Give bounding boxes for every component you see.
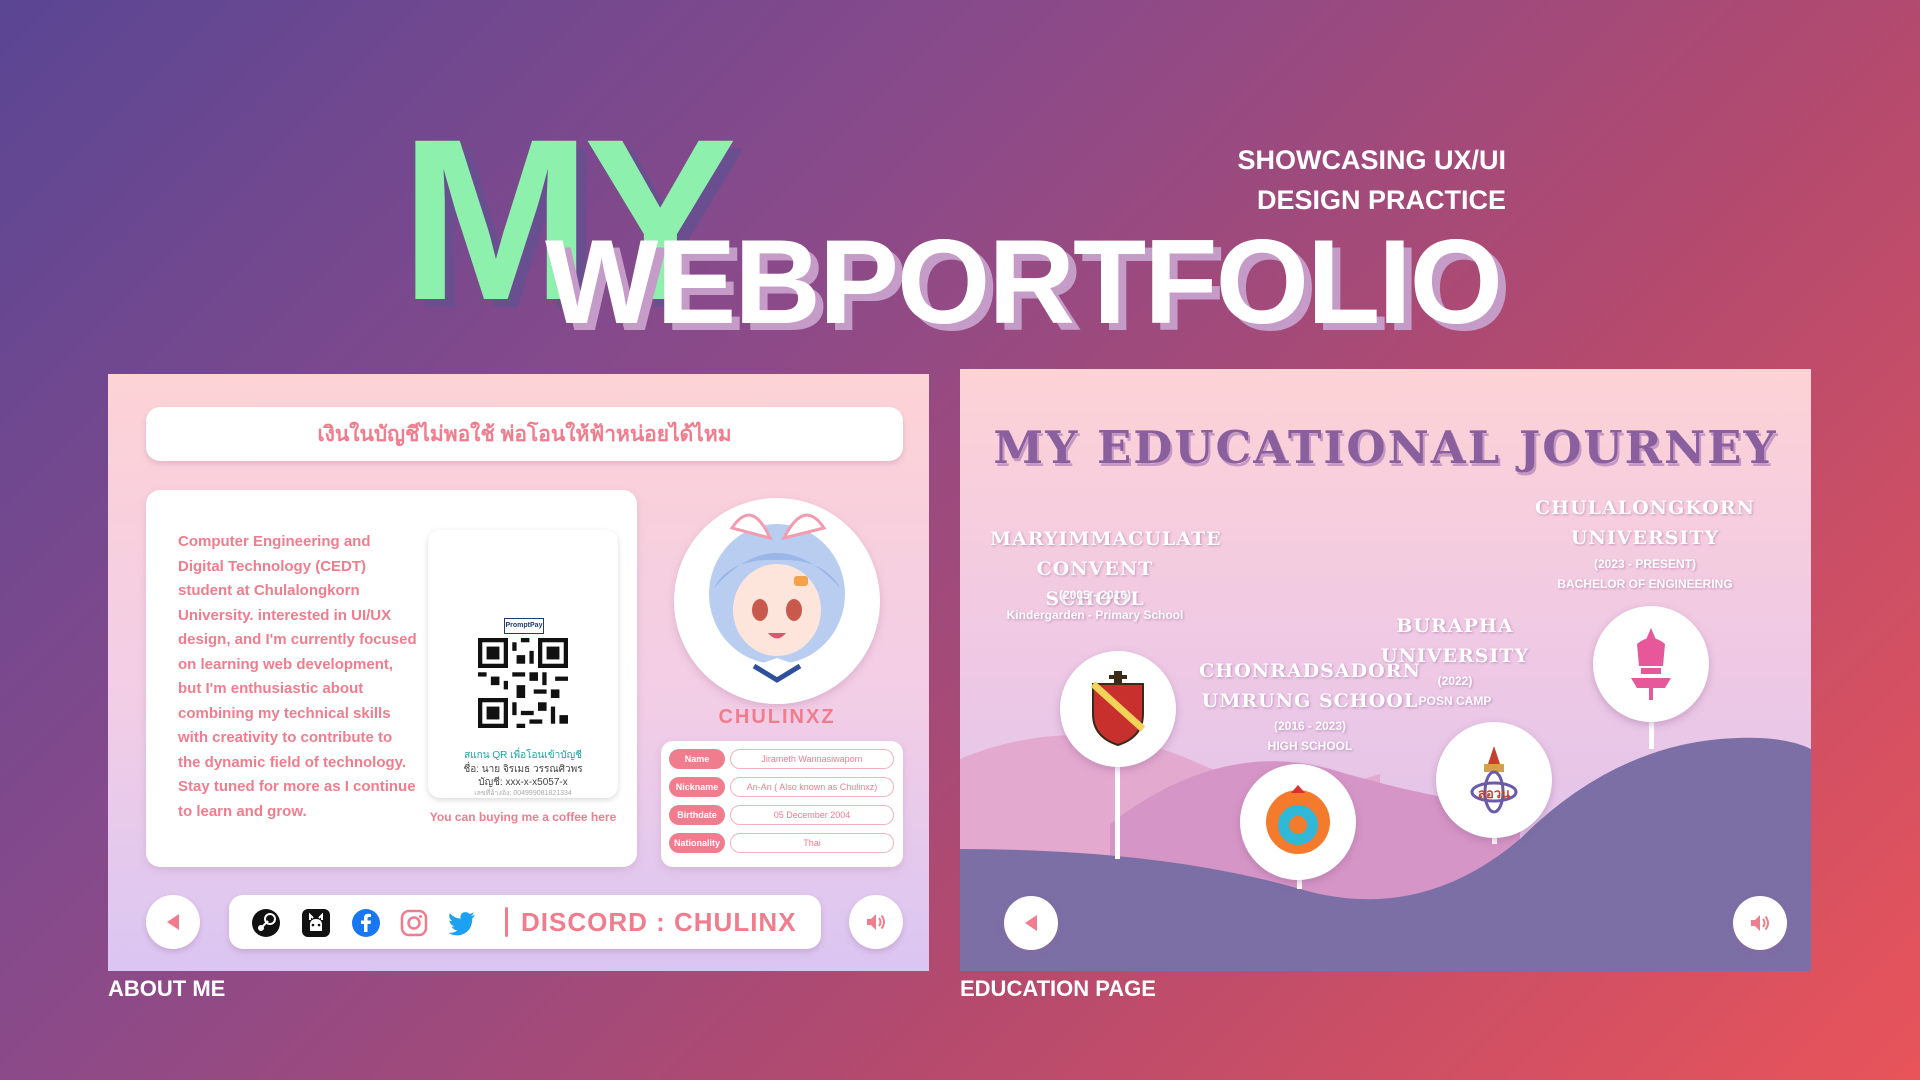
school-name-chulalongkorn: CHULALONGKORN UNIVERSITY <box>1515 493 1775 553</box>
school-logo-chulalongkorn[interactable] <box>1593 606 1709 722</box>
crest-icon <box>1090 671 1146 747</box>
back-arrow-icon <box>1025 915 1037 931</box>
promptpay-logo: PromptPay <box>504 618 544 634</box>
school-name-line1: BURAPHA <box>1396 615 1514 637</box>
posn-emblem-icon: สอวน <box>1470 746 1518 814</box>
svg-text:สอวน: สอวน <box>1478 787 1510 802</box>
avatar <box>674 498 880 704</box>
school-details-maryimmaculate: (2005 - 2016) Kindergarden - Primary Sch… <box>990 585 1200 625</box>
back-button[interactable] <box>146 895 200 949</box>
nickname-title: CHULINXZ <box>718 706 836 728</box>
hero-webportfolio-text: WEBPORTFOLIO <box>545 215 1503 349</box>
education-screenshot: MY EDUCATIONAL JOURNEY MARYIMMACULATE CO… <box>960 369 1811 971</box>
steam-icon[interactable] <box>251 908 281 938</box>
social-separator <box>505 907 508 937</box>
info-value: 05 December 2004 <box>730 805 894 825</box>
qr-instruction: สแกน QR เพื่อโอนเข้าบัญชี <box>464 750 582 761</box>
school-logo-maryimmaculate[interactable] <box>1060 651 1176 767</box>
school-years: (2016 - 2023) <box>1273 719 1347 733</box>
info-label: Nickname <box>669 777 725 797</box>
school-level: HIGH SCHOOL <box>1267 739 1353 753</box>
info-value: Jirameth Wannasiwaporn <box>730 749 894 769</box>
school-level: BACHELOR OF ENGINEERING <box>1557 577 1733 591</box>
school-details-chonradsadorn: (2016 - 2023) HIGH SCHOOL <box>1185 716 1435 756</box>
tagline-line2: DESIGN PRACTICE <box>1256 185 1506 215</box>
school-level: POSN CAMP <box>1418 694 1492 708</box>
info-row-name: Name Jirameth Wannasiwaporn <box>669 749 894 769</box>
twitter-icon[interactable] <box>447 908 477 938</box>
facebook-icon[interactable] <box>351 908 381 938</box>
speaker-icon <box>1751 915 1769 931</box>
back-button[interactable] <box>1004 896 1058 950</box>
discord-handle[interactable]: DISCORD : CHULINX <box>521 895 797 949</box>
school-name-line1: MARYIMMACULATE <box>990 528 1222 550</box>
school-name-burapha: BURAPHA UNIVERSITY <box>1360 611 1550 671</box>
coffee-text: You can buying me a coffee here <box>429 810 617 824</box>
qr-reference: เลขที่อ้างอิง: 004999081821334 <box>474 790 572 797</box>
about-banner: เงินในบัญชีไม่พอใช้ พ่อโอนให้ฟ้าหน่อยได้… <box>146 407 903 461</box>
about-me-screenshot: เงินในบัญชีไม่พอใช้ พ่อโอนให้ฟ้าหน่อยได้… <box>108 374 929 971</box>
github-icon[interactable] <box>301 908 331 938</box>
about-card: Computer Engineering and Digital Technol… <box>146 490 637 867</box>
school-years: (2022) <box>1437 674 1473 688</box>
school-name-line1: CHULALONGKORN <box>1535 497 1755 519</box>
qr-code-icon[interactable] <box>478 638 568 728</box>
caption-education: EDUCATION PAGE <box>960 976 1156 1001</box>
school-logo-burapha[interactable]: สอวน <box>1436 722 1552 838</box>
info-value: Thai <box>730 833 894 853</box>
qr-card: PromptPay สแกน QR เพื่อโอนเข้าบัญชี ชื่อ… <box>428 530 618 798</box>
education-title: MY EDUCATIONAL JOURNEY <box>993 421 1778 474</box>
info-label: Nationality <box>669 833 725 853</box>
info-row-nickname: Nickname An-An ( Also known as Chulinxz) <box>669 777 894 797</box>
info-card: Name Jirameth Wannasiwaporn Nickname An-… <box>661 741 903 867</box>
info-row-birthdate: Birthdate 05 December 2004 <box>669 805 894 825</box>
tagline: SHOWCASING UX/UI DESIGN PRACTICE <box>1237 140 1506 220</box>
tagline-line1: SHOWCASING UX/UI <box>1237 145 1506 175</box>
bio-text: Computer Engineering and Digital Technol… <box>178 533 417 820</box>
school-name-line2: UNIVERSITY <box>1570 527 1720 549</box>
caption-about: ABOUT ME <box>108 976 226 1001</box>
sound-button[interactable] <box>849 895 903 949</box>
emblem-icon <box>1266 785 1330 854</box>
school-details-chulalongkorn: (2023 - PRESENT) BACHELOR OF ENGINEERING <box>1515 554 1775 594</box>
school-years: (2023 - PRESENT) <box>1593 557 1697 571</box>
info-label: Birthdate <box>669 805 725 825</box>
instagram-icon[interactable] <box>399 908 429 938</box>
sound-button[interactable] <box>1733 896 1787 950</box>
info-label: Name <box>669 749 725 769</box>
school-level: Kindergarden - Primary School <box>1006 608 1184 622</box>
info-row-nationality: Nationality Thai <box>669 833 894 853</box>
school-details-burapha: (2022) POSN CAMP <box>1360 671 1550 711</box>
phra-kiao-icon <box>1631 628 1671 700</box>
school-years: (2005 - 2016) <box>1058 588 1132 602</box>
social-bar: DISCORD : CHULINX <box>229 895 821 949</box>
info-value: An-An ( Also known as Chulinxz) <box>730 777 894 797</box>
back-arrow-icon <box>167 914 179 930</box>
speaker-icon <box>867 914 885 930</box>
school-name-line2: UNIVERSITY <box>1380 645 1530 667</box>
school-logo-chonradsadorn[interactable] <box>1240 764 1356 880</box>
